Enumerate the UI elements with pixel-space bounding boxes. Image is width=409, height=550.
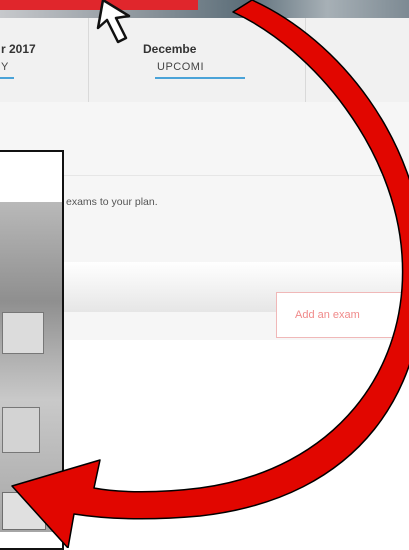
curved-arrow-icon [11,0,409,548]
cursor-pointer-icon [96,0,131,44]
annotation-overlay [11,0,409,548]
